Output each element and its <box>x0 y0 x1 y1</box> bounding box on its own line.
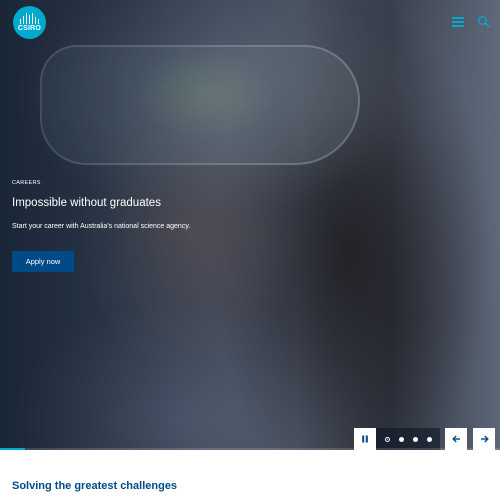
carousel-dot-1[interactable] <box>384 436 390 442</box>
hero-description: Start your career with Australia's natio… <box>12 223 191 230</box>
pause-icon <box>362 435 368 443</box>
next-slide-button[interactable] <box>473 428 495 450</box>
pause-button[interactable] <box>354 428 376 450</box>
logo-text: CSIRO <box>17 24 42 32</box>
arrow-left-icon <box>451 435 460 443</box>
carousel-progress-track <box>0 448 500 450</box>
arrow-right-icon <box>480 435 489 443</box>
carousel-dot-4[interactable] <box>426 436 432 442</box>
apply-now-button[interactable]: Apply now <box>12 251 74 272</box>
hero-eyebrow: CAREERS <box>12 180 41 186</box>
section-title: Solving the greatest challenges <box>12 480 178 492</box>
hero-headline: Impossible without graduates <box>12 197 161 209</box>
logo-bars-icon <box>19 12 40 24</box>
carousel-dot-3[interactable] <box>412 436 418 442</box>
hero-banner: CSIRO CAREERS Impossible without graduat… <box>0 0 500 450</box>
carousel-dot-2[interactable] <box>398 436 404 442</box>
carousel-controls <box>354 428 495 450</box>
csiro-logo[interactable]: CSIRO <box>13 6 46 39</box>
search-icon[interactable] <box>477 15 491 29</box>
carousel-progress-fill <box>0 448 25 450</box>
hamburger-menu-icon[interactable] <box>452 17 464 27</box>
previous-slide-button[interactable] <box>445 428 467 450</box>
carousel-dots <box>376 428 440 450</box>
